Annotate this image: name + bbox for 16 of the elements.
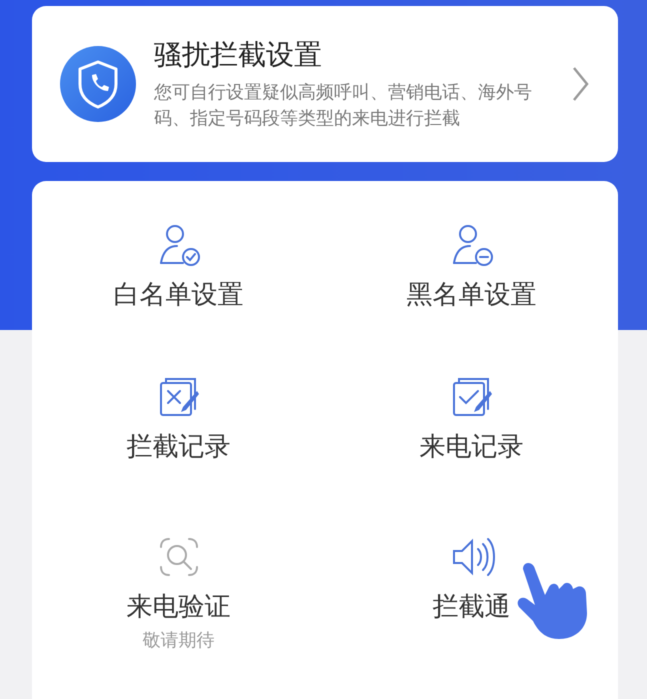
settings-card[interactable]: 骚扰拦截设置 您可自行设置疑似高频呼叫、营销电话、海外号码、指定号码段等类型的来电进行拦截 [32, 6, 618, 162]
feature-item[interactable]: 拦截记录 [32, 373, 325, 533]
feature-label: 黑名单设置 [406, 279, 536, 312]
feature-subtitle: 敬请期待 [142, 629, 214, 652]
feature-label: 白名单设置 [114, 279, 244, 312]
feature-item[interactable]: 拦截通 [325, 533, 618, 699]
feature-item[interactable]: 来电记录 [325, 373, 618, 533]
card-description: 您可自行设置疑似高频呼叫、营销电话、海外号码、指定号码段等类型的来电进行拦截 [154, 81, 533, 131]
feature-label: 拦截记录 [126, 431, 230, 464]
feature-label: 来电记录 [420, 431, 524, 464]
card-title: 骚扰拦截设置 [154, 37, 323, 73]
feature-item[interactable]: 黑名单设置 [325, 221, 618, 373]
shield-phone-icon [58, 44, 138, 124]
feature-item[interactable]: 白名单设置 [32, 221, 325, 373]
feature-label: 来电验证 [126, 591, 230, 624]
feature-label: 拦截通 [432, 591, 510, 624]
